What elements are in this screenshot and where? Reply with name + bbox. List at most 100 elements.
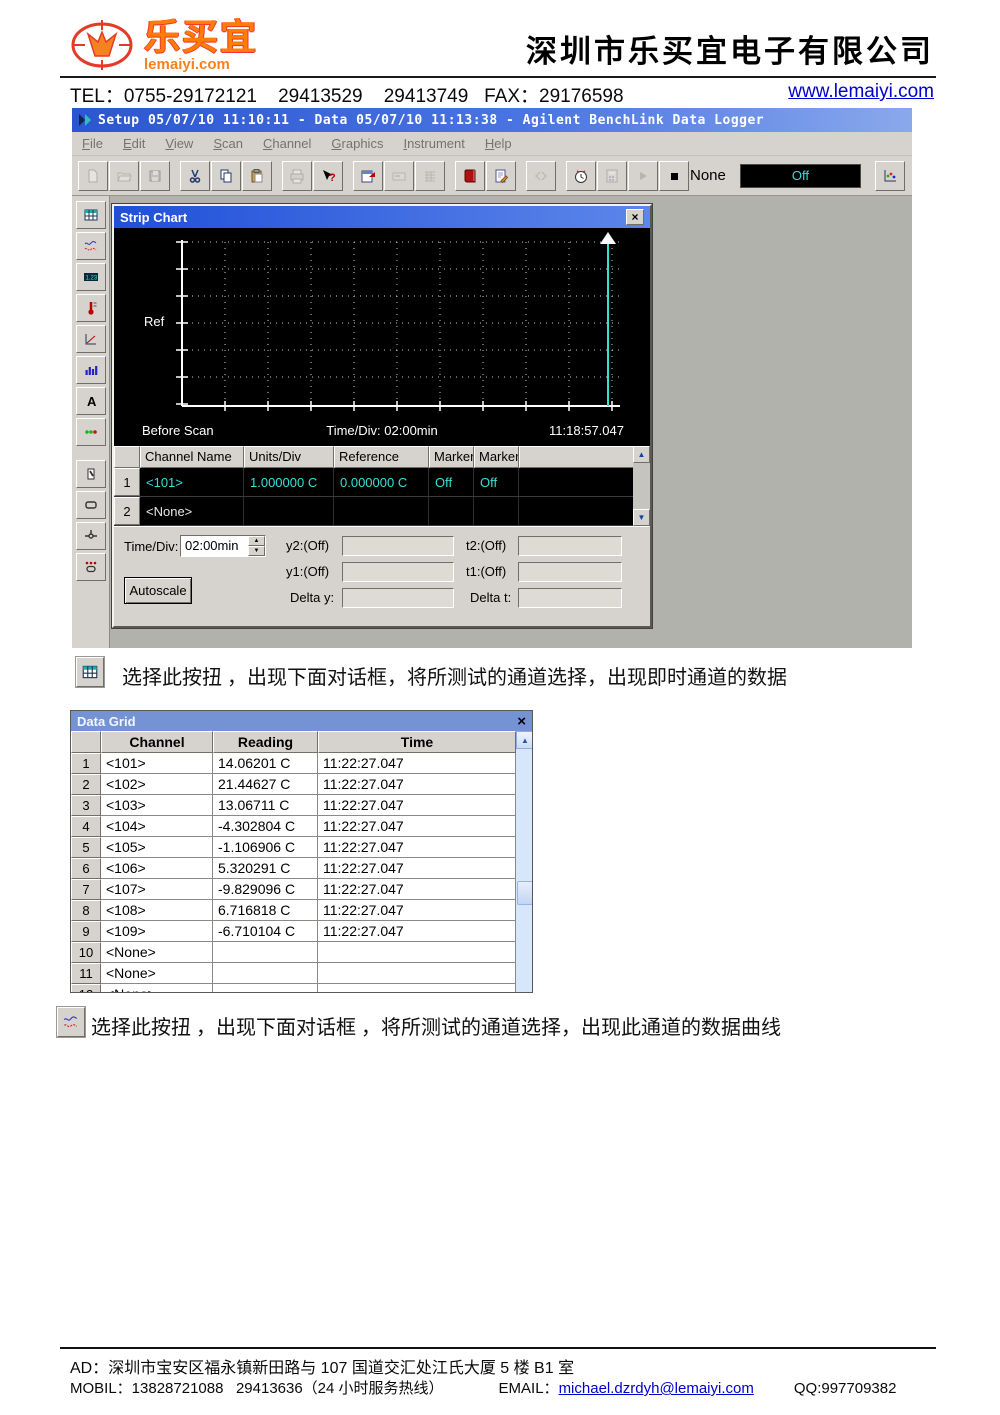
menu-edit[interactable]: Edit (123, 136, 145, 151)
cell-reading[interactable]: 21.44627 C (213, 774, 318, 795)
timer-button[interactable] (566, 160, 596, 191)
cell-channel[interactable]: <None> (101, 942, 213, 963)
scroll-down-icon[interactable]: ▼ (633, 509, 650, 526)
cell-reading[interactable]: -9.829096 C (213, 879, 318, 900)
col-channel[interactable]: Channel (101, 731, 213, 753)
cell-reading[interactable]: -1.106906 C (213, 837, 318, 858)
col-units-div[interactable]: Units/Div (244, 446, 334, 468)
thermometer-button[interactable] (75, 294, 106, 322)
copy-button[interactable] (211, 160, 241, 191)
cell-time[interactable] (318, 963, 516, 984)
cell-reading[interactable]: 13.06711 C (213, 795, 318, 816)
print-button[interactable] (282, 160, 312, 191)
cell-units[interactable] (244, 497, 334, 525)
cell-reading[interactable] (213, 963, 318, 984)
row-number[interactable]: 10 (71, 942, 101, 963)
row-number[interactable]: 12 (71, 984, 101, 992)
menu-graphics[interactable]: Graphics (331, 136, 383, 151)
cell-reading[interactable]: 14.06201 C (213, 753, 318, 774)
close-icon[interactable]: × (517, 714, 526, 729)
data-grid-button[interactable] (75, 201, 106, 229)
cell-channel[interactable]: <None> (140, 497, 244, 525)
cell-channel[interactable]: <107> (101, 879, 213, 900)
channel-row[interactable]: 2 <None> (114, 497, 633, 526)
row-number[interactable]: 3 (71, 795, 101, 816)
cell-reference[interactable] (334, 497, 429, 525)
paste-button[interactable] (242, 160, 272, 191)
cell-channel[interactable]: <108> (101, 900, 213, 921)
t2-field[interactable] (518, 536, 622, 556)
cell-reference[interactable]: 0.000000 C (334, 468, 429, 496)
menu-scan[interactable]: Scan (213, 136, 243, 151)
data-grid-titlebar[interactable]: Data Grid × (71, 711, 532, 731)
scroll-up-icon[interactable]: ▲ (633, 446, 650, 463)
cell-time[interactable]: 11:22:27.047 (318, 879, 516, 900)
row-number[interactable]: 6 (71, 858, 101, 879)
channel-table-scrollbar[interactable]: ▲ ▼ (633, 446, 650, 526)
cell-reading[interactable]: -4.302804 C (213, 816, 318, 837)
stop-scan-button[interactable] (659, 160, 689, 191)
y2-field[interactable] (342, 536, 454, 556)
data-grid-row[interactable]: 7 <107> -9.829096 C 11:22:27.047 (71, 879, 516, 900)
row-number[interactable]: 2 (71, 774, 101, 795)
app-titlebar[interactable]: Setup 05/07/10 11:10:11 - Data 05/07/10 … (72, 108, 912, 132)
cell-time[interactable]: 11:22:27.047 (318, 921, 516, 942)
delta-y-field[interactable] (342, 588, 454, 608)
autoscale-button[interactable]: Autoscale (124, 577, 192, 604)
cut-button[interactable] (180, 160, 210, 191)
col-reference[interactable]: Reference (334, 446, 429, 468)
t1-field[interactable] (518, 562, 622, 582)
cell-marker2[interactable]: Off (474, 468, 519, 496)
cell-time[interactable]: 11:22:27.047 (318, 753, 516, 774)
data-grid-row[interactable]: 3 <103> 13.06711 C 11:22:27.047 (71, 795, 516, 816)
row-number[interactable]: 5 (71, 837, 101, 858)
save-button[interactable] (140, 160, 170, 191)
graphics-nav-button[interactable] (526, 160, 556, 191)
data-grid-button-ref[interactable] (76, 657, 104, 687)
cell-channel[interactable]: <103> (101, 795, 213, 816)
strip-chart-button[interactable] (75, 232, 106, 260)
data-grid-scrollbar[interactable]: ▲ (516, 731, 532, 992)
channel-io-button[interactable] (75, 553, 106, 581)
number-display-button[interactable]: 1.23 (75, 263, 106, 291)
y1-field[interactable] (342, 562, 454, 582)
scrollbar-thumb[interactable] (517, 881, 532, 905)
cell-channel[interactable]: <101> (101, 753, 213, 774)
cell-reading[interactable]: -6.710104 C (213, 921, 318, 942)
channel-setup-button[interactable] (353, 160, 383, 191)
open-button[interactable] (109, 160, 139, 191)
data-grid-row[interactable]: 5 <105> -1.106906 C 11:22:27.047 (71, 837, 516, 858)
col-time[interactable]: Time (318, 731, 516, 753)
menu-instrument[interactable]: Instrument (403, 136, 464, 151)
cell-channel[interactable]: <None> (101, 963, 213, 984)
close-icon[interactable]: × (626, 209, 644, 225)
data-grid-row[interactable]: 11 <None> (71, 963, 516, 984)
row-number[interactable]: 1 (114, 468, 140, 496)
cell-time[interactable]: 11:22:27.047 (318, 858, 516, 879)
annotation-button[interactable]: A (75, 387, 106, 415)
histogram-button[interactable] (75, 356, 106, 384)
data-grid-row[interactable]: 1 <101> 14.06201 C 11:22:27.047 (71, 753, 516, 774)
data-grid-row[interactable]: 2 <102> 21.44627 C 11:22:27.047 (71, 774, 516, 795)
strip-chart-button-ref[interactable] (57, 1007, 85, 1037)
row-number[interactable]: 4 (71, 816, 101, 837)
col-marker1[interactable]: Marker (429, 446, 474, 468)
footer-email-link[interactable]: michael.dzrdyh@lemaiyi.com (559, 1380, 754, 1397)
cell-time[interactable]: 11:22:27.047 (318, 795, 516, 816)
xy-plot-button[interactable] (75, 325, 106, 353)
spin-down-icon[interactable]: ▼ (248, 546, 265, 556)
status-dots-button[interactable] (75, 418, 106, 446)
timediv-stepper[interactable]: 02:00min ▲ ▼ (180, 535, 266, 557)
menu-view[interactable]: View (165, 136, 193, 151)
cell-channel[interactable]: <109> (101, 921, 213, 942)
data-grid-row[interactable]: 9 <109> -6.710104 C 11:22:27.047 (71, 921, 516, 942)
data-grid-row[interactable]: 6 <106> 5.320291 C 11:22:27.047 (71, 858, 516, 879)
spin-up-icon[interactable]: ▲ (248, 536, 265, 546)
cell-channel[interactable]: <105> (101, 837, 213, 858)
data-grid-row[interactable]: 12<None> (71, 984, 516, 992)
row-number[interactable]: 9 (71, 921, 101, 942)
cell-reading[interactable]: 5.320291 C (213, 858, 318, 879)
grid-config-button[interactable] (415, 160, 445, 191)
menu-channel[interactable]: Channel (263, 136, 311, 151)
context-help-button[interactable]: ? (313, 160, 343, 191)
